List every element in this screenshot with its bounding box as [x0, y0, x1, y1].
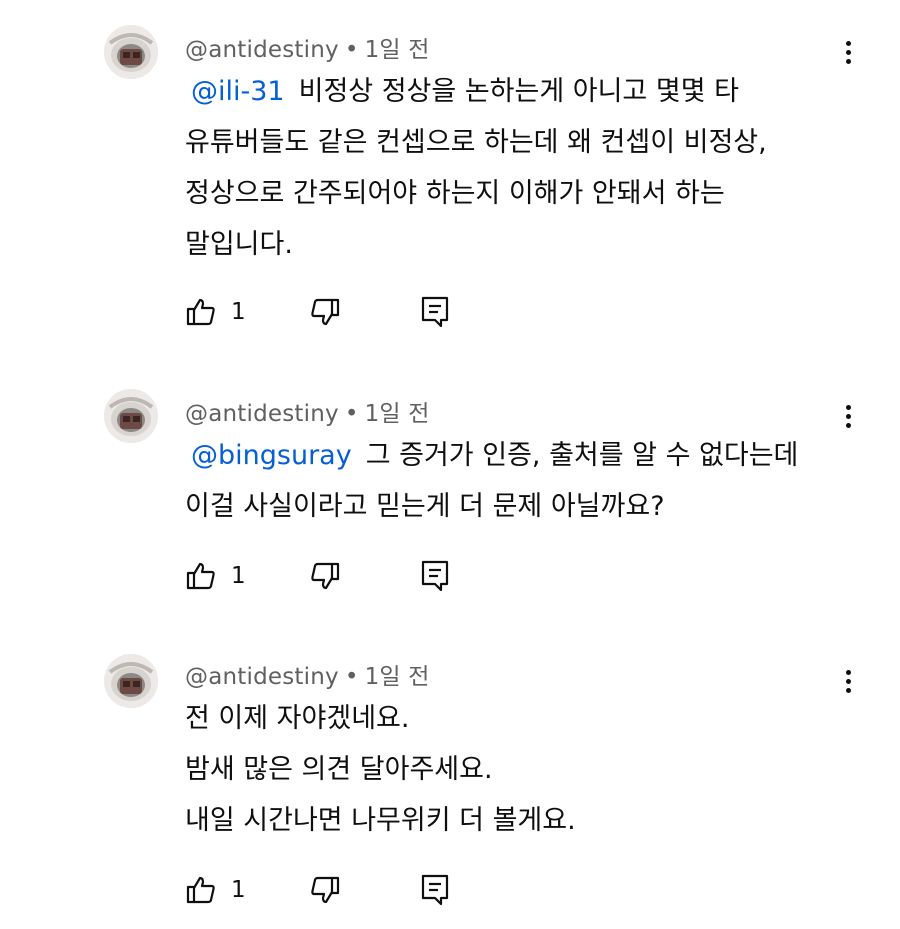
comment-text: @ili-31 비정상 정상을 논하는게 아니고 몇몇 타 유튜버들도 같은 컨셉…: [185, 66, 825, 270]
comment-time: 1일 전: [364, 664, 430, 690]
like-count: 1: [231, 563, 246, 589]
comment-time: 1일 전: [364, 401, 430, 427]
thumbs-down-icon: [311, 298, 340, 326]
dislike-button[interactable]: [309, 872, 341, 908]
mention-link[interactable]: @ili-31: [191, 76, 285, 107]
reply-button[interactable]: [419, 872, 451, 908]
comment-line: 정상으로 간주되어야 하는지 이해가 안돼서 하는: [185, 178, 725, 209]
comment-line: 밤새 많은 의견 달아주세요.: [185, 754, 493, 785]
reply-comment-icon: [421, 560, 449, 592]
comment-line: @bingsuray 그 증거가 인증, 출처를 알 수 없다는데: [191, 440, 799, 471]
dislike-button[interactable]: [309, 558, 341, 594]
thumbs-down-icon: [311, 876, 340, 904]
thumbs-down-icon: [311, 562, 340, 590]
comment-text: 전 이제 자야겠네요. 밤새 많은 의견 달아주세요. 내일 시간나면 나무위키…: [185, 693, 825, 846]
thumbs-up-icon: [186, 876, 215, 904]
avatar[interactable]: [104, 25, 158, 79]
comment-text: @bingsuray 그 증거가 인증, 출처를 알 수 없다는데 이걸 사실이라…: [185, 430, 825, 532]
avatar[interactable]: [104, 389, 158, 443]
meta-separator: •: [344, 37, 359, 63]
reply-button[interactable]: [419, 558, 451, 594]
comment-line: 내일 시간나면 나무위키 더 볼게요.: [185, 805, 576, 836]
reply-comment-icon: [421, 296, 449, 328]
comment-meta: @antidestiny • 1일 전: [185, 657, 430, 691]
comment-line: 유튜버들도 같은 컨셉으로 하는데 왜 컨셉이 비정상,: [185, 127, 767, 158]
comment-line: 이걸 사실이라고 믿는게 더 문제 아닐까요?: [185, 491, 665, 522]
author-name[interactable]: @antidestiny: [185, 664, 339, 690]
thumbs-up-icon: [186, 562, 215, 590]
like-count: 1: [231, 877, 246, 903]
like-count: 1: [231, 299, 246, 325]
meta-separator: •: [344, 401, 359, 427]
thumbs-up-icon: [186, 298, 215, 326]
like-button[interactable]: 1: [185, 874, 246, 906]
more-vert-icon[interactable]: [834, 34, 862, 70]
like-button[interactable]: 1: [185, 560, 246, 592]
author-name[interactable]: @antidestiny: [185, 37, 339, 63]
comment-meta: @antidestiny • 1일 전: [185, 30, 430, 64]
like-button[interactable]: 1: [185, 296, 246, 328]
comment-actions: 1: [185, 872, 485, 908]
more-vert-icon[interactable]: [834, 663, 862, 699]
meta-separator: •: [344, 664, 359, 690]
reply-button[interactable]: [419, 294, 451, 330]
comment-actions: 1: [185, 294, 485, 330]
comment-actions: 1: [185, 558, 485, 594]
reply-comment-icon: [421, 874, 449, 906]
comment-line: @ili-31 비정상 정상을 논하는게 아니고 몇몇 타: [191, 76, 739, 107]
comment-meta: @antidestiny • 1일 전: [185, 394, 430, 428]
dislike-button[interactable]: [309, 294, 341, 330]
author-name[interactable]: @antidestiny: [185, 401, 339, 427]
more-vert-icon[interactable]: [834, 398, 862, 434]
comment-line: 말입니다.: [185, 229, 293, 260]
comment-line: 전 이제 자야겠네요.: [185, 703, 410, 734]
avatar[interactable]: [104, 654, 158, 708]
comment-time: 1일 전: [364, 37, 430, 63]
mention-link[interactable]: @bingsuray: [191, 440, 352, 471]
